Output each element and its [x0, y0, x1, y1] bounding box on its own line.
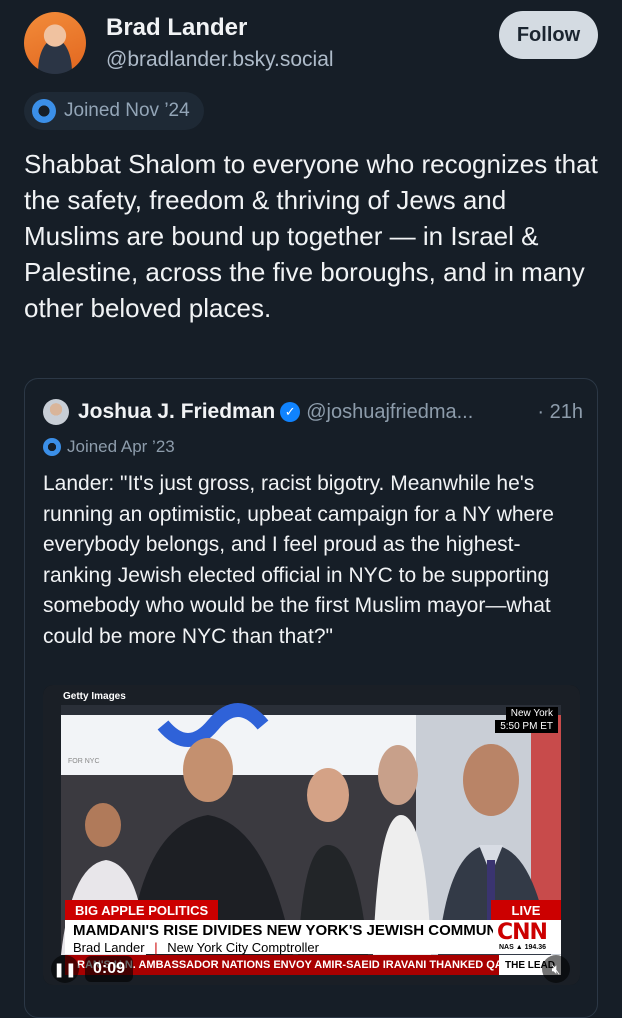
- banner-text: FOR NYC: [68, 758, 100, 765]
- live-badge: LIVE: [491, 900, 561, 920]
- market-ticker: NAS ▲ 194.36: [499, 944, 547, 951]
- quoted-post-time: · 21h: [537, 400, 583, 423]
- bluesky-badge-icon: [43, 438, 61, 456]
- post-header: Brad Lander @bradlander.bsky.social Foll…: [0, 0, 622, 90]
- guest-name: Brad Lander: [73, 940, 145, 955]
- quoted-post-header: Joshua J. Friedman ✓ @joshuajfriedma... …: [43, 397, 583, 427]
- video-player[interactable]: FOR NYC Getty Images New York 5:50 PM ET…: [43, 685, 580, 985]
- video-elapsed-time: 0:09: [85, 956, 134, 982]
- chyron-divider: |: [154, 940, 158, 955]
- quoted-joined-date: Joined Apr ’23: [67, 437, 175, 456]
- pause-icon[interactable]: ❚❚: [51, 955, 79, 983]
- post-text: Shabbat Shalom to everyone who recognize…: [24, 149, 598, 323]
- quoted-author-handle[interactable]: @joshuajfriedma...: [306, 401, 473, 424]
- joined-date: Joined Nov ’24: [64, 100, 190, 121]
- follow-button[interactable]: Follow: [499, 11, 598, 59]
- quoted-post-text: Lander: "It's just gross, racist bigotry…: [43, 472, 554, 648]
- quoted-joined-badge: Joined Apr ’23: [43, 437, 175, 457]
- tv-location: New York: [505, 707, 558, 720]
- mute-icon[interactable]: 🔇︎: [542, 955, 570, 983]
- joined-badge[interactable]: Joined Nov ’24: [24, 92, 204, 130]
- bluesky-badge-icon: [32, 99, 56, 123]
- news-ticker: RAN'S U.N. AMBASSADOR NATIONS ENVOY AMIR…: [65, 955, 561, 975]
- tv-clock: 5:50 PM ET: [495, 720, 558, 733]
- getty-watermark: Getty Images: [63, 691, 126, 702]
- cnn-logo: CNN: [497, 920, 548, 945]
- network-logo-box: CNN NAS ▲ 194.36: [493, 920, 561, 954]
- chyron: MAMDANI'S RISE DIVIDES NEW YORK'S JEWISH…: [65, 920, 521, 955]
- author-name[interactable]: Brad Lander: [106, 14, 247, 42]
- ticker-text: RAN'S U.N. AMBASSADOR NATIONS ENVOY AMIR…: [77, 959, 561, 971]
- chyron-subtitle: Brad Lander | New York City Comptroller: [73, 940, 319, 955]
- verified-check-icon: ✓: [280, 402, 301, 422]
- quoted-post[interactable]: Joshua J. Friedman ✓ @joshuajfriedma... …: [24, 378, 598, 1018]
- guest-title: New York City Comptroller: [167, 940, 319, 955]
- author-handle[interactable]: @bradlander.bsky.social: [106, 48, 334, 72]
- quoted-author-avatar[interactable]: [43, 399, 69, 425]
- chyron-tag: BIG APPLE POLITICS: [65, 900, 219, 920]
- chyron-headline: MAMDANI'S RISE DIVIDES NEW YORK'S JEWISH…: [73, 922, 521, 939]
- author-avatar[interactable]: [24, 12, 86, 74]
- quoted-author-name[interactable]: Joshua J. Friedman: [78, 400, 275, 424]
